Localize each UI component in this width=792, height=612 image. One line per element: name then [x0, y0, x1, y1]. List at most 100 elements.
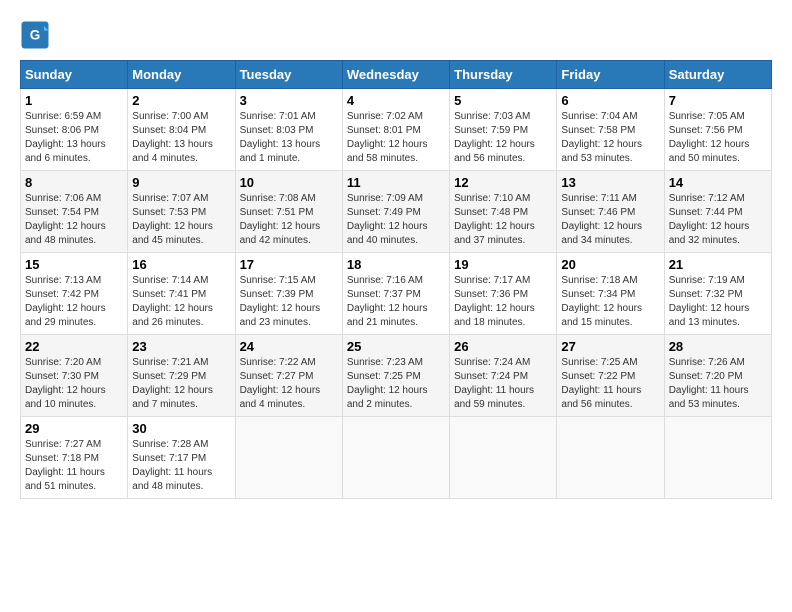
day-info: Sunrise: 7:20 AM Sunset: 7:30 PM Dayligh… — [25, 356, 123, 412]
calendar-week-row: 29 Sunrise: 7:27 AM Sunset: 7:18 PM Dayl… — [21, 417, 772, 499]
calendar-cell: 9 Sunrise: 7:07 AM Sunset: 7:53 PM Dayli… — [128, 171, 235, 253]
calendar-cell: 6 Sunrise: 7:04 AM Sunset: 7:58 PM Dayli… — [557, 89, 664, 171]
calendar-cell: 17 Sunrise: 7:15 AM Sunset: 7:39 PM Dayl… — [235, 253, 342, 335]
calendar-week-row: 15 Sunrise: 7:13 AM Sunset: 7:42 PM Dayl… — [21, 253, 772, 335]
calendar-cell: 20 Sunrise: 7:18 AM Sunset: 7:34 PM Dayl… — [557, 253, 664, 335]
calendar-cell: 10 Sunrise: 7:08 AM Sunset: 7:51 PM Dayl… — [235, 171, 342, 253]
day-number: 7 — [669, 93, 767, 108]
day-number: 15 — [25, 257, 123, 272]
calendar-week-row: 8 Sunrise: 7:06 AM Sunset: 7:54 PM Dayli… — [21, 171, 772, 253]
day-info: Sunrise: 7:07 AM Sunset: 7:53 PM Dayligh… — [132, 192, 230, 248]
calendar-cell: 25 Sunrise: 7:23 AM Sunset: 7:25 PM Dayl… — [342, 335, 449, 417]
calendar-cell: 12 Sunrise: 7:10 AM Sunset: 7:48 PM Dayl… — [450, 171, 557, 253]
weekday-header-monday: Monday — [128, 61, 235, 89]
logo-icon: G — [20, 20, 50, 50]
day-info: Sunrise: 7:06 AM Sunset: 7:54 PM Dayligh… — [25, 192, 123, 248]
weekday-header-friday: Friday — [557, 61, 664, 89]
calendar-cell: 18 Sunrise: 7:16 AM Sunset: 7:37 PM Dayl… — [342, 253, 449, 335]
day-number: 20 — [561, 257, 659, 272]
day-number: 1 — [25, 93, 123, 108]
day-number: 9 — [132, 175, 230, 190]
day-number: 12 — [454, 175, 552, 190]
day-number: 18 — [347, 257, 445, 272]
day-number: 11 — [347, 175, 445, 190]
day-info: Sunrise: 7:19 AM Sunset: 7:32 PM Dayligh… — [669, 274, 767, 330]
calendar-cell: 16 Sunrise: 7:14 AM Sunset: 7:41 PM Dayl… — [128, 253, 235, 335]
calendar-cell: 13 Sunrise: 7:11 AM Sunset: 7:46 PM Dayl… — [557, 171, 664, 253]
svg-text:G: G — [30, 28, 41, 43]
day-info: Sunrise: 7:08 AM Sunset: 7:51 PM Dayligh… — [240, 192, 338, 248]
day-number: 19 — [454, 257, 552, 272]
day-number: 25 — [347, 339, 445, 354]
calendar-cell: 11 Sunrise: 7:09 AM Sunset: 7:49 PM Dayl… — [342, 171, 449, 253]
calendar-cell: 22 Sunrise: 7:20 AM Sunset: 7:30 PM Dayl… — [21, 335, 128, 417]
day-number: 8 — [25, 175, 123, 190]
day-number: 24 — [240, 339, 338, 354]
calendar-cell: 19 Sunrise: 7:17 AM Sunset: 7:36 PM Dayl… — [450, 253, 557, 335]
calendar-cell: 24 Sunrise: 7:22 AM Sunset: 7:27 PM Dayl… — [235, 335, 342, 417]
day-info: Sunrise: 6:59 AM Sunset: 8:06 PM Dayligh… — [25, 110, 123, 166]
calendar-table: SundayMondayTuesdayWednesdayThursdayFrid… — [20, 60, 772, 499]
day-number: 6 — [561, 93, 659, 108]
day-info: Sunrise: 7:17 AM Sunset: 7:36 PM Dayligh… — [454, 274, 552, 330]
calendar-cell: 3 Sunrise: 7:01 AM Sunset: 8:03 PM Dayli… — [235, 89, 342, 171]
weekday-header-row: SundayMondayTuesdayWednesdayThursdayFrid… — [21, 61, 772, 89]
day-number: 26 — [454, 339, 552, 354]
day-number: 10 — [240, 175, 338, 190]
calendar-cell: 5 Sunrise: 7:03 AM Sunset: 7:59 PM Dayli… — [450, 89, 557, 171]
day-info: Sunrise: 7:12 AM Sunset: 7:44 PM Dayligh… — [669, 192, 767, 248]
day-number: 13 — [561, 175, 659, 190]
calendar-cell: 7 Sunrise: 7:05 AM Sunset: 7:56 PM Dayli… — [664, 89, 771, 171]
day-info: Sunrise: 7:15 AM Sunset: 7:39 PM Dayligh… — [240, 274, 338, 330]
day-info: Sunrise: 7:22 AM Sunset: 7:27 PM Dayligh… — [240, 356, 338, 412]
day-info: Sunrise: 7:21 AM Sunset: 7:29 PM Dayligh… — [132, 356, 230, 412]
calendar-cell — [450, 417, 557, 499]
day-number: 2 — [132, 93, 230, 108]
calendar-cell: 26 Sunrise: 7:24 AM Sunset: 7:24 PM Dayl… — [450, 335, 557, 417]
day-info: Sunrise: 7:05 AM Sunset: 7:56 PM Dayligh… — [669, 110, 767, 166]
calendar-cell — [557, 417, 664, 499]
calendar-cell: 14 Sunrise: 7:12 AM Sunset: 7:44 PM Dayl… — [664, 171, 771, 253]
calendar-cell: 21 Sunrise: 7:19 AM Sunset: 7:32 PM Dayl… — [664, 253, 771, 335]
day-info: Sunrise: 7:00 AM Sunset: 8:04 PM Dayligh… — [132, 110, 230, 166]
weekday-header-wednesday: Wednesday — [342, 61, 449, 89]
day-info: Sunrise: 7:02 AM Sunset: 8:01 PM Dayligh… — [347, 110, 445, 166]
day-number: 30 — [132, 421, 230, 436]
weekday-header-saturday: Saturday — [664, 61, 771, 89]
day-info: Sunrise: 7:16 AM Sunset: 7:37 PM Dayligh… — [347, 274, 445, 330]
calendar-cell: 2 Sunrise: 7:00 AM Sunset: 8:04 PM Dayli… — [128, 89, 235, 171]
logo: G — [20, 20, 54, 50]
weekday-header-tuesday: Tuesday — [235, 61, 342, 89]
calendar-cell — [235, 417, 342, 499]
day-number: 17 — [240, 257, 338, 272]
calendar-cell: 28 Sunrise: 7:26 AM Sunset: 7:20 PM Dayl… — [664, 335, 771, 417]
day-info: Sunrise: 7:11 AM Sunset: 7:46 PM Dayligh… — [561, 192, 659, 248]
day-info: Sunrise: 7:28 AM Sunset: 7:17 PM Dayligh… — [132, 438, 230, 494]
weekday-header-sunday: Sunday — [21, 61, 128, 89]
calendar-cell: 15 Sunrise: 7:13 AM Sunset: 7:42 PM Dayl… — [21, 253, 128, 335]
calendar-cell: 29 Sunrise: 7:27 AM Sunset: 7:18 PM Dayl… — [21, 417, 128, 499]
day-number: 22 — [25, 339, 123, 354]
day-info: Sunrise: 7:04 AM Sunset: 7:58 PM Dayligh… — [561, 110, 659, 166]
day-info: Sunrise: 7:24 AM Sunset: 7:24 PM Dayligh… — [454, 356, 552, 412]
day-info: Sunrise: 7:01 AM Sunset: 8:03 PM Dayligh… — [240, 110, 338, 166]
day-number: 23 — [132, 339, 230, 354]
calendar-week-row: 1 Sunrise: 6:59 AM Sunset: 8:06 PM Dayli… — [21, 89, 772, 171]
day-info: Sunrise: 7:03 AM Sunset: 7:59 PM Dayligh… — [454, 110, 552, 166]
day-number: 21 — [669, 257, 767, 272]
day-info: Sunrise: 7:10 AM Sunset: 7:48 PM Dayligh… — [454, 192, 552, 248]
calendar-cell: 8 Sunrise: 7:06 AM Sunset: 7:54 PM Dayli… — [21, 171, 128, 253]
day-info: Sunrise: 7:26 AM Sunset: 7:20 PM Dayligh… — [669, 356, 767, 412]
day-number: 27 — [561, 339, 659, 354]
calendar-cell: 4 Sunrise: 7:02 AM Sunset: 8:01 PM Dayli… — [342, 89, 449, 171]
calendar-cell: 27 Sunrise: 7:25 AM Sunset: 7:22 PM Dayl… — [557, 335, 664, 417]
day-number: 16 — [132, 257, 230, 272]
day-info: Sunrise: 7:14 AM Sunset: 7:41 PM Dayligh… — [132, 274, 230, 330]
calendar-cell — [664, 417, 771, 499]
calendar-cell: 1 Sunrise: 6:59 AM Sunset: 8:06 PM Dayli… — [21, 89, 128, 171]
day-info: Sunrise: 7:09 AM Sunset: 7:49 PM Dayligh… — [347, 192, 445, 248]
day-info: Sunrise: 7:25 AM Sunset: 7:22 PM Dayligh… — [561, 356, 659, 412]
day-info: Sunrise: 7:13 AM Sunset: 7:42 PM Dayligh… — [25, 274, 123, 330]
day-info: Sunrise: 7:27 AM Sunset: 7:18 PM Dayligh… — [25, 438, 123, 494]
weekday-header-thursday: Thursday — [450, 61, 557, 89]
